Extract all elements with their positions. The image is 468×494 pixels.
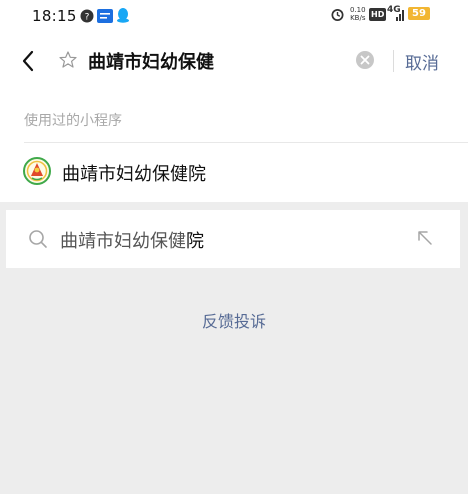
suggestion-text: 曲靖市妇幼保健院 (60, 227, 204, 253)
mini-program-icon (58, 50, 78, 70)
search-suggestion[interactable]: 曲靖市妇幼保健院 (6, 210, 460, 268)
search-icon (28, 229, 48, 249)
suggestion-match: 曲靖市妇幼保健 (60, 231, 186, 252)
section-label: 使用过的小程序 (24, 113, 122, 129)
divider (393, 50, 394, 72)
clear-icon (356, 51, 374, 69)
clear-search-button[interactable] (355, 50, 375, 70)
fill-query-arrow-icon[interactable] (416, 229, 434, 247)
hospital-logo-icon (23, 157, 51, 185)
search-input[interactable]: 曲靖市妇幼保健 (88, 48, 214, 74)
signal-icon (387, 7, 405, 26)
used-mini-programs-section: 使用过的小程序 曲靖市妇幼保健院 (0, 90, 468, 202)
hd-badge: HD (369, 8, 387, 21)
svg-text:?: ? (85, 13, 90, 23)
app-notification-icon (97, 8, 113, 27)
privacy-icon: ? (80, 8, 94, 27)
net-speed-value: 0.10 (350, 6, 366, 14)
search-screen: 18:15 ? 0.10 KB/s HD 4G 59 曲靖市妇幼保健 取消 使用… (0, 0, 468, 494)
status-bar: 18:15 ? 0.10 KB/s HD 4G 59 (0, 0, 468, 30)
cancel-button[interactable]: 取消 (405, 49, 439, 74)
suggestion-rest: 院 (186, 231, 204, 252)
status-time: 18:15 (32, 7, 77, 25)
back-button[interactable] (18, 48, 40, 74)
mini-program-item[interactable]: 曲靖市妇幼保健院 (0, 143, 468, 202)
net-speed: 0.10 KB/s (350, 6, 366, 22)
mini-program-name: 曲靖市妇幼保健院 (62, 164, 206, 185)
net-speed-unit: KB/s (350, 14, 366, 22)
search-bar: 曲靖市妇幼保健 取消 (0, 30, 468, 90)
feedback-link[interactable]: 反馈投诉 (0, 308, 468, 332)
alarm-icon (330, 7, 345, 26)
qq-icon (116, 8, 130, 27)
battery-indicator: 59 (408, 7, 430, 20)
back-arrow-icon (22, 50, 34, 72)
